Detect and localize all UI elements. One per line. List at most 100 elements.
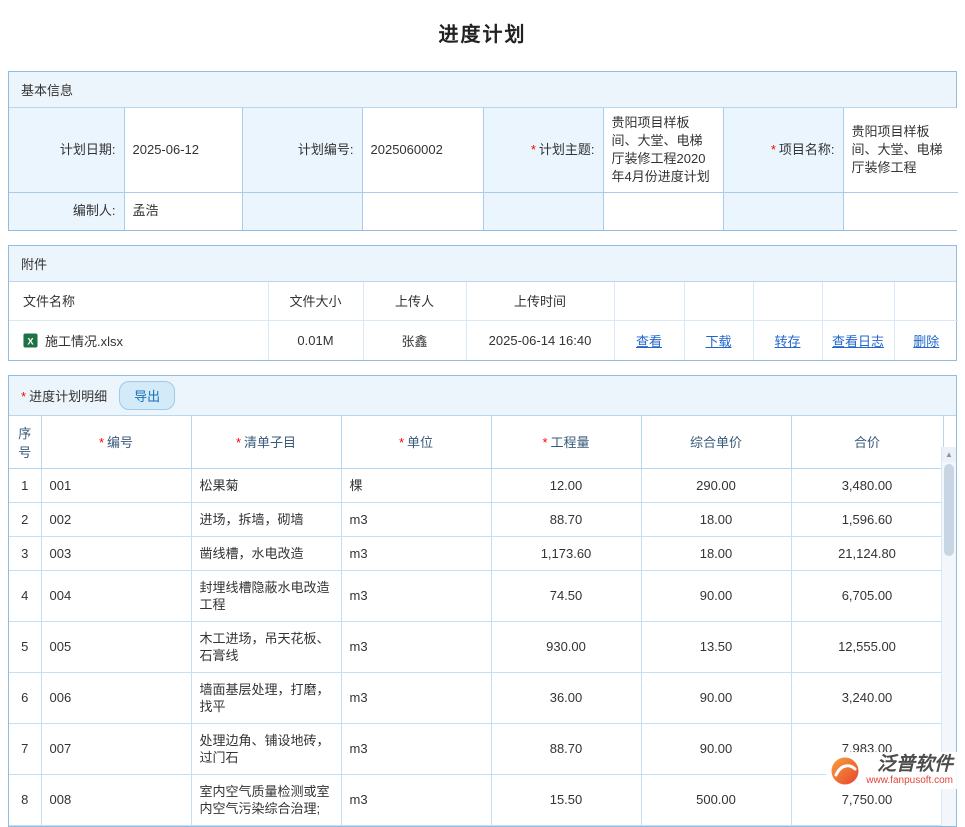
table-row: 6006墙面基层处理，打磨，找平m336.0090.003,240.00: [9, 672, 943, 723]
basic-info-row-2: 编制人: 孟浩: [9, 193, 958, 230]
table-row: 3003凿线槽，水电改造m31,173.6018.0021,124.80: [9, 536, 943, 570]
uploader: 张鑫: [363, 321, 466, 360]
table-cell: 3,480.00: [791, 468, 943, 502]
col-header-action: [614, 282, 684, 321]
scrollbar-thumb[interactable]: [944, 464, 954, 556]
empty-value-cell: [843, 193, 958, 230]
file-name: 施工情况.xlsx: [45, 331, 123, 350]
table-cell: 12.00: [491, 468, 641, 502]
label-text: 项目名称:: [779, 142, 835, 157]
table-cell: 3,240.00: [791, 672, 943, 723]
project-name-label: *项目名称:: [723, 108, 843, 193]
label-text: 编制人:: [73, 203, 116, 218]
watermark-url: www.fanpusoft.com: [866, 775, 953, 786]
required-mark: *: [21, 389, 26, 404]
table-cell: 003: [41, 536, 191, 570]
required-mark: *: [531, 142, 536, 157]
table-cell: 90.00: [641, 672, 791, 723]
basic-info-section: 基本信息 计划日期: 2025-06-12 计划编号: 2025060002 *…: [8, 71, 957, 231]
required-mark: *: [236, 435, 241, 450]
delete-link[interactable]: 删除: [913, 334, 939, 349]
attachments-header-row: 文件名称 文件大小 上传人 上传时间: [9, 282, 958, 321]
table-cell: 007: [41, 723, 191, 774]
view-log-link[interactable]: 查看日志: [832, 334, 884, 349]
table-cell: m3: [341, 502, 491, 536]
col-header-action: [822, 282, 894, 321]
table-cell: 004: [41, 570, 191, 621]
detail-table-body: 1001松果菊棵12.00290.003,480.002002进场，拆墙，砌墙m…: [9, 468, 943, 825]
view-link[interactable]: 查看: [636, 334, 662, 349]
plan-no-label: 计划编号:: [242, 108, 362, 193]
table-cell: 002: [41, 502, 191, 536]
col-header-file-name: 文件名称: [9, 282, 268, 321]
scroll-up-arrow-icon[interactable]: ▲: [942, 447, 956, 462]
plan-subject-label: *计划主题:: [483, 108, 603, 193]
table-cell: 006: [41, 672, 191, 723]
detail-table: 序号*编号*清单子目*单位*工程量综合单价合价 1001松果菊棵12.00290…: [9, 416, 944, 826]
author-label: 编制人:: [9, 193, 124, 230]
table-cell: 1: [9, 468, 41, 502]
export-button[interactable]: 导出: [119, 381, 175, 410]
table-cell: 36.00: [491, 672, 641, 723]
col-header-upload-time: 上传时间: [466, 282, 614, 321]
table-cell: m3: [341, 536, 491, 570]
table-cell: 松果菊: [191, 468, 341, 502]
detail-header-row: 序号*编号*清单子目*单位*工程量综合单价合价: [9, 416, 943, 469]
table-cell: 005: [41, 621, 191, 672]
empty-value-cell: [603, 193, 723, 230]
page: 进度计划 基本信息 计划日期: 2025-06-12 计划编号: 2025060…: [0, 0, 965, 827]
table-cell: 88.70: [491, 723, 641, 774]
table-cell: 1,596.60: [791, 502, 943, 536]
plan-subject-value: 贵阳项目样板间、大堂、电梯厅装修工程2020年4月份进度计划: [603, 108, 723, 193]
table-cell: m3: [341, 672, 491, 723]
table-cell: 6,705.00: [791, 570, 943, 621]
table-cell: 90.00: [641, 723, 791, 774]
required-mark: *: [399, 435, 404, 450]
table-cell: 008: [41, 774, 191, 825]
table-cell: 90.00: [641, 570, 791, 621]
detail-column-header: 序号: [9, 416, 41, 469]
required-mark: *: [771, 142, 776, 157]
table-cell: 18.00: [641, 536, 791, 570]
detail-section: *进度计划明细 导出 序号*编号*清单子目*单位*工程量综合单价合价 1001松…: [8, 375, 957, 827]
label-text: 计划编号:: [298, 142, 354, 157]
empty-label-cell: [483, 193, 603, 230]
empty-label-cell: [723, 193, 843, 230]
attachments-section: 附件 文件名称 文件大小 上传人 上传时间: [8, 245, 957, 361]
value-text: 贵阳项目样板间、大堂、电梯厅装修工程2020年4月份进度计划: [612, 115, 710, 184]
table-cell: 1,173.60: [491, 536, 641, 570]
table-cell: 7: [9, 723, 41, 774]
save-as-link[interactable]: 转存: [774, 334, 800, 349]
detail-column-header: *清单子目: [191, 416, 341, 469]
required-mark: *: [542, 435, 547, 450]
table-row: 1001松果菊棵12.00290.003,480.00: [9, 468, 943, 502]
value-text: 贵阳项目样板间、大堂、电梯厅装修工程: [852, 124, 943, 175]
download-link[interactable]: 下载: [705, 334, 731, 349]
basic-info-title: 基本信息: [21, 80, 73, 99]
table-cell: 进场，拆墙，砌墙: [191, 502, 341, 536]
table-cell: 74.50: [491, 570, 641, 621]
col-header-uploader: 上传人: [363, 282, 466, 321]
table-row: 2002进场，拆墙，砌墙m388.7018.001,596.60: [9, 502, 943, 536]
table-row: 7007处理边角、铺设地砖，过门石m388.7090.007,983.00: [9, 723, 943, 774]
file-name-cell: X 施工情况.xlsx: [9, 321, 268, 360]
excel-file-icon: X: [23, 333, 38, 348]
table-cell: 290.00: [641, 468, 791, 502]
basic-info-table: 计划日期: 2025-06-12 计划编号: 2025060002 *计划主题:…: [9, 108, 958, 230]
table-cell: m3: [341, 723, 491, 774]
plan-date-value: 2025-06-12: [124, 108, 242, 193]
vendor-watermark: 泛普软件 www.fanpusoft.com: [826, 752, 957, 789]
label-text: 计划日期:: [60, 142, 116, 157]
detail-column-header: *工程量: [491, 416, 641, 469]
required-mark: *: [99, 435, 104, 450]
value-text: 2025-06-12: [133, 142, 200, 157]
attachment-row: X 施工情况.xlsx 0.01M 张鑫 2025-06-14 16:40 查看…: [9, 321, 958, 360]
detail-column-header: 综合单价: [641, 416, 791, 469]
table-cell: 凿线槽，水电改造: [191, 536, 341, 570]
table-cell: 88.70: [491, 502, 641, 536]
label-text: 计划主题:: [539, 142, 595, 157]
table-cell: m3: [341, 570, 491, 621]
plan-date-label: 计划日期:: [9, 108, 124, 193]
file-size: 0.01M: [268, 321, 363, 360]
upload-time: 2025-06-14 16:40: [466, 321, 614, 360]
